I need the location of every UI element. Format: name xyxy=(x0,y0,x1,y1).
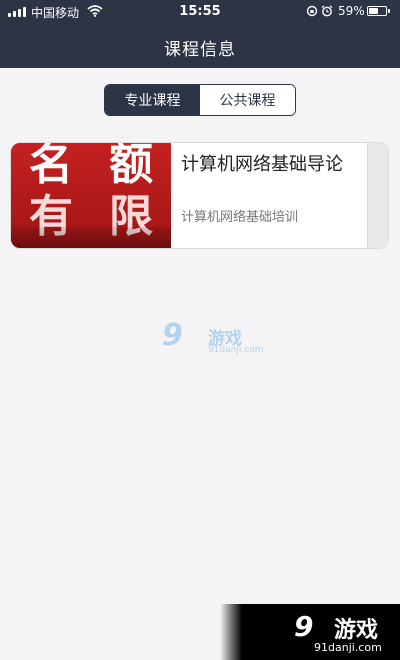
watermark-url: 91danji.com xyxy=(314,641,382,654)
card-edge xyxy=(367,143,388,248)
app-header: 中国移动 15:55 59% 课程信息 xyxy=(0,0,400,68)
course-subtitle: 计算机网络基础培训 xyxy=(181,210,299,225)
tab-professional-courses[interactable]: 专业课程 xyxy=(105,85,200,115)
battery-icon xyxy=(367,6,390,16)
status-bar: 中国移动 15:55 59% xyxy=(0,0,400,24)
tab-public-courses[interactable]: 公共课程 xyxy=(200,85,295,115)
thumbnail-char: 名 xyxy=(29,143,73,190)
battery-percent: 59% xyxy=(338,4,365,18)
alarm-icon xyxy=(321,5,333,21)
watermark-logo-center: 9 游戏 91danji.com xyxy=(160,318,270,362)
watermark-mark: 9 xyxy=(294,610,314,643)
course-card[interactable]: 名 额 有 限 计算机网络基础导论 计算机网络基础培训 xyxy=(10,142,389,249)
watermark-logo-corner: 9 游戏 91danji.com xyxy=(220,604,400,660)
thumbnail-char: 额 xyxy=(109,143,153,190)
page-title: 课程信息 xyxy=(164,40,236,60)
course-thumbnail: 名 额 有 限 xyxy=(11,143,171,248)
watermark-name: 游戏 xyxy=(334,618,379,643)
course-type-tabs: 专业课程 公共课程 xyxy=(104,84,296,116)
watermark-mark: 9 xyxy=(162,318,183,353)
course-title: 计算机网络基础导论 xyxy=(181,154,343,175)
rotation-lock-icon xyxy=(306,5,318,21)
watermark-url: 91danji.com xyxy=(208,345,264,355)
